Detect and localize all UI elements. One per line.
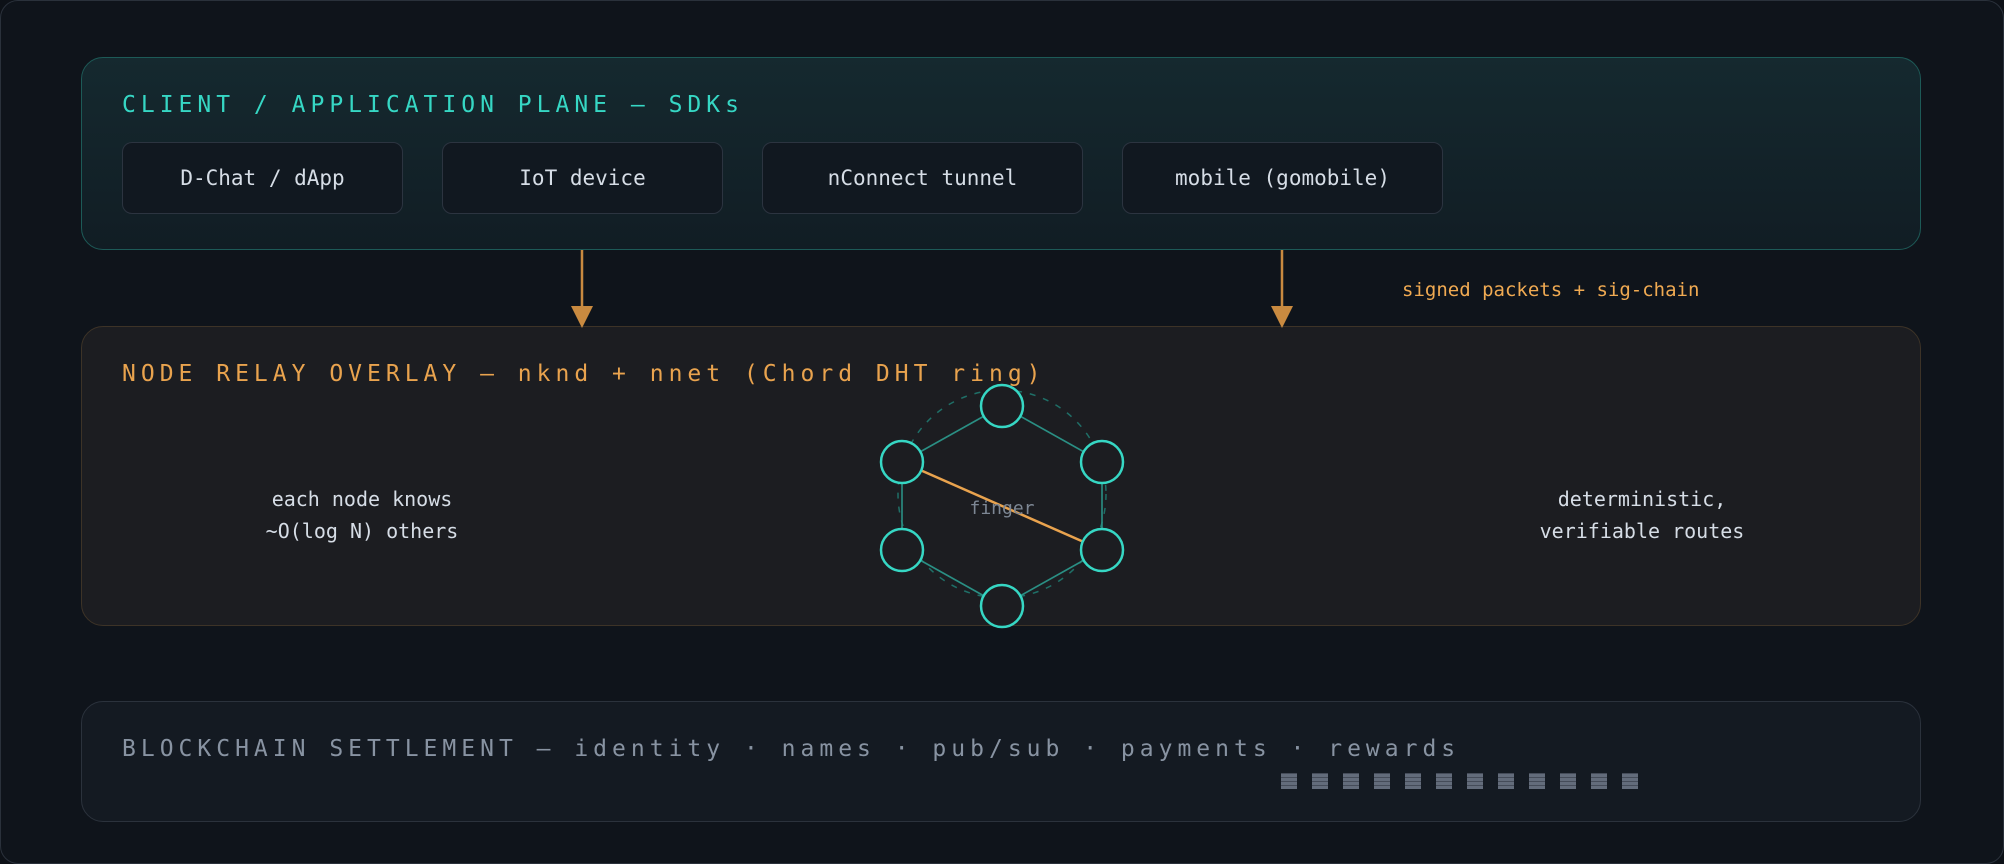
finger-label: finger	[969, 498, 1034, 519]
ring-node	[1079, 527, 1125, 573]
ring-node	[879, 527, 925, 573]
arrowhead-iot	[571, 306, 593, 328]
ring-node	[1079, 439, 1125, 485]
diagram-graphics: finger	[571, 250, 1293, 629]
arrowhead-mobile	[1271, 306, 1293, 328]
ring-node	[879, 439, 925, 485]
ring-node	[979, 383, 1025, 429]
chord-ring: finger	[879, 383, 1125, 629]
ring-node	[979, 583, 1025, 629]
